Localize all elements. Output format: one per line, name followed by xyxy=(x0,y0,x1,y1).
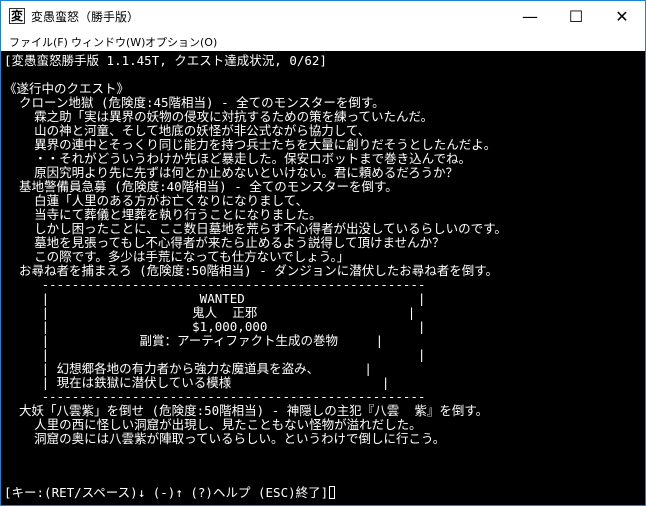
window-title: 変愚蛮怒（勝手版） xyxy=(31,10,140,24)
title-bar[interactable]: 変 変愚蛮怒（勝手版） — ☐ ✕ xyxy=(1,1,645,31)
app-window: 変 変愚蛮怒（勝手版） — ☐ ✕ ファイル(F) ウィンドウ(W) オプション… xyxy=(0,0,646,506)
wanted-poster-line: | WANTED | xyxy=(4,291,426,306)
app-icon[interactable]: 変 xyxy=(9,8,25,24)
wanted-poster-line: | 幻想郷各地の有力者から強力な魔道具を盗み、 | xyxy=(4,361,372,376)
quest-text: 霖之助「実は異界の妖物の侵攻に対抗するための策を練っていたんだ。 xyxy=(4,109,434,124)
key-prompt: [キー:(RET/スペース)↓ (-)↑ (?)ヘルプ (ESC)終了] xyxy=(4,485,329,500)
menu-file[interactable]: ファイル(F) xyxy=(9,34,68,50)
menu-window[interactable]: ウィンドウ(W) xyxy=(71,34,145,50)
wanted-poster-line: | 副賞：アーティファクト生成の巻物 | xyxy=(4,333,384,348)
maximize-icon: ☐ xyxy=(568,6,584,26)
maximize-button[interactable]: ☐ xyxy=(553,1,599,31)
quest-text: ・・それがどういうわけか先ほど暴走した。保安ロボットまで巻き込んでね。 xyxy=(4,151,471,166)
quest-text: 洞窟の奥には八雲紫が陣取っているらしい。というわけで倒しに行こう。 xyxy=(4,431,446,446)
close-button[interactable]: ✕ xyxy=(599,1,645,31)
menu-options[interactable]: オプション(O) xyxy=(145,34,217,50)
quest-text: 原因究明より先に先ずは何とか止めないといけない。君に頼めるだろうか？ xyxy=(4,165,459,180)
terminal-screen[interactable]: [変愚蛮怒勝手版 1.1.45T, クエスト達成状況, 0/62] 《遂行中のク… xyxy=(1,51,645,505)
quest-text: 当寺にて葬儀と埋葬を執り行うことになりました。 xyxy=(4,207,322,222)
text-cursor xyxy=(329,486,336,499)
quest-title: お尋ね者を捕まえろ (危険度:50階相当) - ダンジョンに潜伏したお尋ね者を倒… xyxy=(4,263,499,278)
menu-bar: ファイル(F) ウィンドウ(W) オプション(O) xyxy=(1,31,645,51)
wanted-poster-line: | | xyxy=(4,347,426,362)
quest-title: 大妖「八雲紫」を倒せ (危険度:50階相当) - 神隠しの主犯『八雲 紫』を倒す… xyxy=(4,403,489,418)
minimize-icon: — xyxy=(522,6,538,26)
wanted-poster-line: | $1,000,000 | xyxy=(4,319,426,334)
wanted-poster-line: | 鬼人 正邪 | xyxy=(4,305,416,320)
close-icon: ✕ xyxy=(615,6,629,26)
quest-text: しかし困ったことに、ここ数日墓地を荒らす不心得者が出没しているらしいのです。 xyxy=(4,221,507,236)
quest-text: 墓地を見張ってもし不心得者が来たら止めるよう説得して頂けませんか？ xyxy=(4,235,445,250)
quest-text: 異界の連中とそっくり同じ能力を持つ兵士たちを大量に創りだそうとしたんだよ。 xyxy=(4,137,497,152)
quest-text: 白蓮「人里のある方がお亡くなりになりまして、 xyxy=(4,193,309,208)
wanted-poster-line: | 現在は鉄獄に潜伏している模様 | xyxy=(4,375,390,390)
wanted-poster-border: ----------------------------------------… xyxy=(4,389,426,404)
quest-title: クローン地獄 (危険度:45階相当) - 全てのモンスターを倒す。 xyxy=(4,95,385,110)
section-heading: 《遂行中のクエスト》 xyxy=(4,81,130,96)
minimize-button[interactable]: — xyxy=(507,1,553,31)
header-line: [変愚蛮怒勝手版 1.1.45T, クエスト達成状況, 0/62] xyxy=(4,53,327,68)
key-prompt-line: [キー:(RET/スペース)↓ (-)↑ (?)ヘルプ (ESC)終了] xyxy=(4,485,336,500)
quest-text: この際です。多少は手荒になっても仕方ないでしょう。」 xyxy=(4,249,350,264)
wanted-poster-border: ----------------------------------------… xyxy=(4,277,426,292)
quest-title: 基地警備員急募 (危険度:40階相当) - 全てのモンスターを倒す。 xyxy=(4,179,398,194)
quest-text: 人里の西に怪しい洞窟が出現し、見たこともない怪物が溢れだした。 xyxy=(4,417,422,432)
quest-text: 山の神と河童、そして地底の妖怪が非公式ながら協力して、 xyxy=(4,123,371,138)
